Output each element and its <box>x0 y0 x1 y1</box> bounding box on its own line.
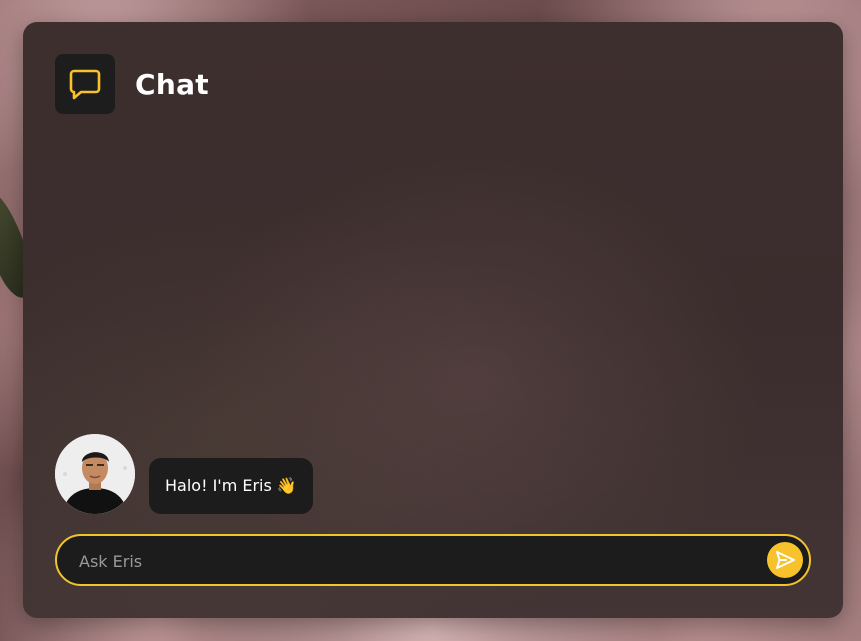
chat-title: Chat <box>135 67 209 101</box>
chat-header: Chat <box>55 54 209 114</box>
chat-input[interactable] <box>77 536 741 586</box>
message-row: Halo! I'm Eris 👋 <box>55 434 313 514</box>
send-icon <box>776 551 795 569</box>
avatar <box>55 434 135 514</box>
composer <box>55 534 811 586</box>
chat-bubble-icon <box>55 54 115 114</box>
send-button[interactable] <box>767 542 803 578</box>
message-bubble: Halo! I'm Eris 👋 <box>149 458 313 514</box>
chat-panel: Chat Halo! I'm Eris 👋 <box>23 22 843 618</box>
